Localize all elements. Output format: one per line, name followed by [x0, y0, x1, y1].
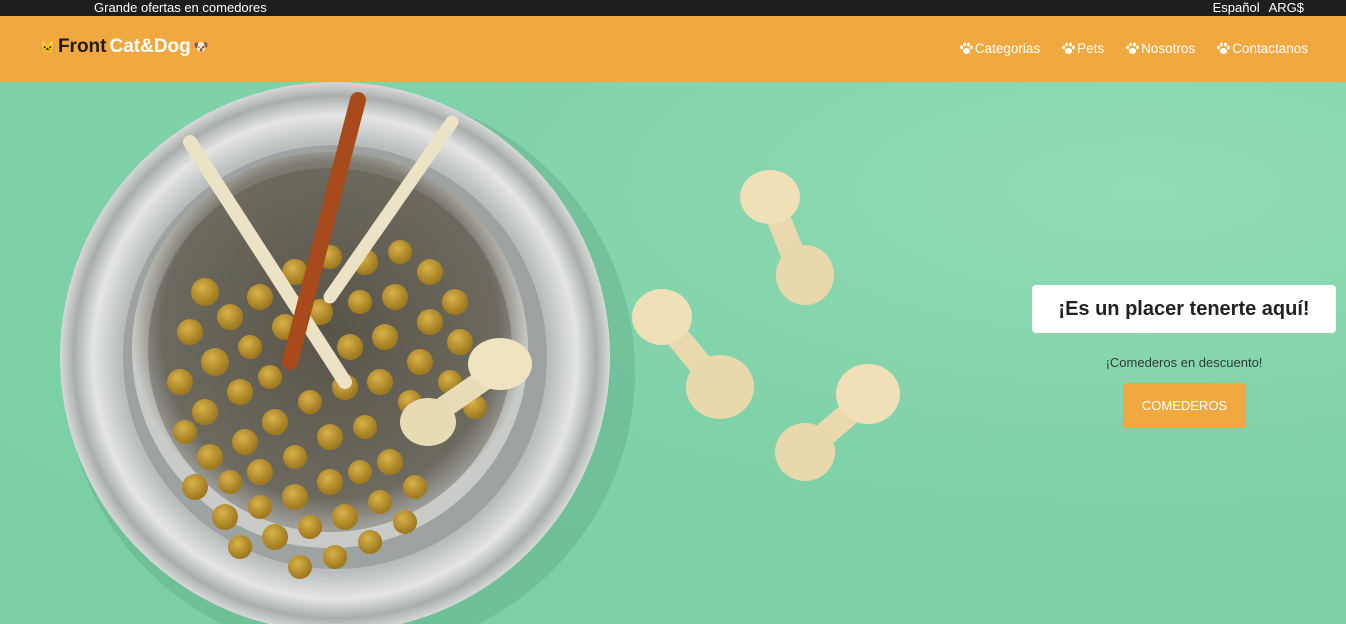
hero-title: ¡Es un placer tenerte aquí! [1032, 285, 1336, 333]
hero-image [60, 82, 900, 624]
nav-item-contactanos[interactable]: Contactanos [1216, 41, 1308, 56]
nav-label: Nosotros [1141, 41, 1196, 56]
hero-banner: ¡Es un placer tenerte aquí! ¡Comederos e… [0, 82, 1346, 624]
paw-icon [959, 42, 973, 55]
brand-catdog: Cat&Dog [109, 36, 191, 57]
hero-subtitle: ¡Comederos en descuento! [1105, 355, 1263, 370]
nav-menu: Categorias Pets Nosotros Contactanos [959, 41, 1308, 56]
promo-text: Grande ofertas en comedores [94, 0, 267, 15]
nav-label: Categorias [974, 41, 1041, 56]
main-navbar: 🐱 Front Cat&Dog 🐶 Categorias Pets Nosotr… [0, 16, 1346, 82]
top-announcement-bar: Grande ofertas en comedores Español ARG$ [0, 0, 1346, 16]
nav-item-nosotros[interactable]: Nosotros [1125, 41, 1195, 56]
currency-selector[interactable]: ARG$ [1269, 0, 1304, 16]
nav-item-pets[interactable]: Pets [1061, 41, 1104, 56]
paw-icon [1217, 42, 1231, 55]
nav-item-categorias[interactable]: Categorias [959, 41, 1040, 56]
language-selector[interactable]: Español [1213, 0, 1260, 16]
cat-face-icon: 🐱 [40, 40, 55, 54]
paw-icon [1062, 42, 1075, 55]
nav-label: Pets [1077, 41, 1105, 56]
chew-bone-1 [740, 170, 834, 305]
paw-icon [1126, 42, 1140, 55]
nav-label: Contactanos [1232, 41, 1308, 56]
comederos-button[interactable]: COMEDEROS [1123, 383, 1246, 428]
chew-bone-2 [632, 289, 754, 419]
brand-logo[interactable]: 🐱 Front Cat&Dog 🐶 [40, 36, 209, 58]
brand-front: Front [57, 36, 107, 57]
locale-controls: Español ARG$ [1213, 0, 1304, 16]
chew-bone-3 [775, 364, 900, 481]
dog-face-icon: 🐶 [193, 40, 209, 54]
